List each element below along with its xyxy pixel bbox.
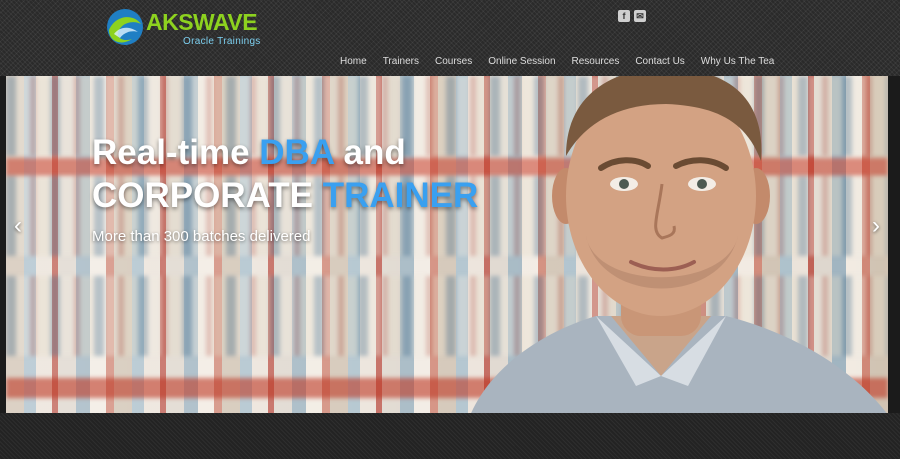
hero-slider: Real-time DBA and CORPORATE TRAINER More…: [6, 76, 888, 413]
nav-item-online-session[interactable]: Online Session: [488, 56, 555, 67]
nav-item-home[interactable]: Home: [340, 56, 367, 67]
headline-highlight: TRAINER: [322, 176, 479, 215]
slider-prev-icon[interactable]: ‹: [8, 206, 28, 246]
email-icon[interactable]: ✉: [634, 10, 646, 22]
headline-line-2: CORPORATE TRAINER: [92, 174, 478, 217]
slider-next-icon[interactable]: ›: [866, 206, 886, 246]
nav-item-trainers[interactable]: Trainers: [383, 56, 419, 67]
nav-item-resources[interactable]: Resources: [572, 56, 620, 67]
brand-tagline: Oracle Trainings: [183, 36, 261, 47]
nav-item-courses[interactable]: Courses: [435, 56, 472, 67]
site-header: AKSWAVE Oracle Trainings f ✉ Home Traine…: [0, 0, 900, 76]
hero-subtitle: More than 300 batches delivered: [92, 228, 311, 245]
facebook-icon[interactable]: f: [618, 10, 630, 22]
main-nav: Home Trainers Courses Online Session Res…: [340, 56, 774, 67]
page-footer-strip: [0, 413, 900, 459]
nav-item-why-us[interactable]: Why Us The Tea: [701, 56, 775, 67]
headline-line-1: Real-time DBA and: [92, 131, 478, 174]
nav-item-contact-us[interactable]: Contact Us: [635, 56, 684, 67]
headline-text: CORPORATE: [92, 176, 323, 215]
brand-name[interactable]: AKSWAVE: [146, 9, 258, 36]
headline-text: and: [333, 133, 406, 172]
hero-headline: Real-time DBA and CORPORATE TRAINER: [92, 131, 478, 217]
trainer-portrait: [471, 76, 887, 413]
headline-text: Real-time: [92, 133, 260, 172]
headline-highlight: DBA: [259, 133, 334, 172]
social-links: f ✉: [618, 10, 646, 22]
